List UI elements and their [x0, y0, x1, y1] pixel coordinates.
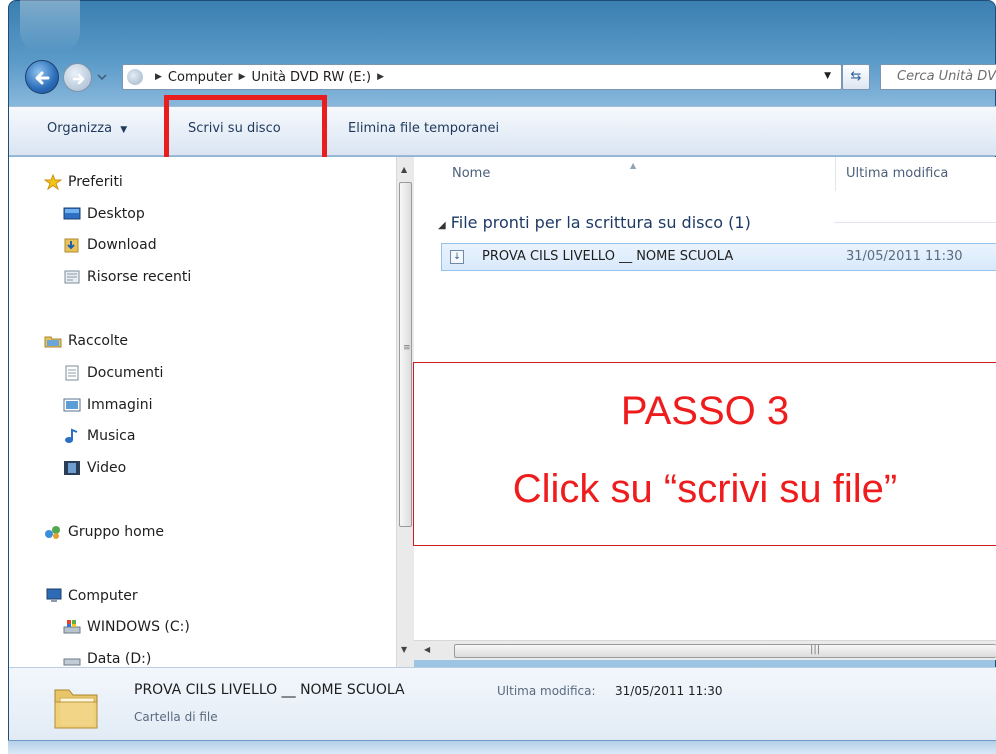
delete-temp-files-button[interactable]: Elimina file temporanei [348, 121, 499, 136]
forward-arrow-icon [72, 73, 85, 85]
pictures-icon [63, 398, 81, 412]
video-icon [64, 461, 80, 475]
documents-icon [65, 365, 79, 381]
computer-location-icon [127, 69, 143, 85]
file-modified: 31/05/2011 11:30 [846, 249, 963, 264]
sidebar-item-computer[interactable]: Computer [44, 588, 138, 604]
sidebar-label: Raccolte [68, 333, 128, 349]
sidebar-item-music[interactable]: Musica [63, 428, 135, 444]
glass-highlight [20, 0, 80, 52]
refresh-button[interactable]: ⇆ [842, 64, 870, 90]
column-header-modified[interactable]: Ultima modifica [846, 157, 948, 191]
sidebar-label: Documenti [87, 365, 164, 381]
callout-step: PASSO 3 [620, 389, 790, 433]
sidebar-item-homegroup[interactable]: Gruppo home [44, 524, 164, 540]
sidebar-label: Gruppo home [68, 524, 164, 540]
instruction-callout: PASSO 3 Click su “scrivi su file” [413, 362, 996, 546]
navigation-scrollbar[interactable]: ▲ ≡ ▼ [396, 157, 414, 667]
callout-instruction: Click su “scrivi su file” [512, 467, 898, 511]
star-icon [44, 174, 62, 190]
desktop-icon [63, 207, 81, 220]
group-header[interactable]: ◢ File pronti per la scrittura su disco (… [438, 213, 751, 232]
sidebar-label: Desktop [87, 206, 145, 222]
column-divider[interactable] [835, 157, 836, 191]
forward-button[interactable] [63, 63, 92, 92]
group-divider [834, 222, 996, 223]
sidebar-item-drive-c[interactable]: WINDOWS (C:) [63, 619, 190, 635]
collapse-triangle-icon[interactable]: ◢ [438, 220, 446, 231]
details-file-type: Cartella di file [134, 710, 218, 724]
group-title: File pronti per la scrittura su disco (1… [450, 213, 751, 232]
search-input[interactable]: Cerca Unità DVD RW (E:) [880, 64, 996, 90]
breadcrumb-chevron-icon[interactable]: ▶ [239, 72, 246, 82]
column-header-name[interactable]: Nome [452, 157, 490, 191]
recent-places-icon [64, 270, 80, 284]
scroll-down-icon[interactable]: ▼ [401, 645, 407, 654]
sidebar-item-favorites[interactable]: Preferiti [44, 174, 123, 190]
sidebar-label: WINDOWS (C:) [87, 619, 190, 635]
grip-icon: ≡ [403, 343, 411, 353]
download-folder-icon [64, 238, 79, 253]
chevron-down-icon: ▼ [120, 125, 128, 135]
file-name: PROVA CILS LIVELLO __ NOME SCUOLA [482, 249, 734, 264]
details-file-name: PROVA CILS LIVELLO __ NOME SCUOLA [134, 682, 405, 698]
scrollbar-thumb[interactable]: ≡ [399, 182, 412, 527]
computer-icon [46, 588, 62, 602]
breadcrumb-chevron-icon[interactable]: ▶ [155, 72, 162, 82]
breadcrumb-chevron-icon[interactable]: ▶ [377, 72, 384, 82]
sidebar-label: Musica [87, 428, 136, 444]
sidebar-item-libraries[interactable]: Raccolte [44, 333, 128, 349]
scroll-left-icon[interactable]: ◀ [424, 645, 430, 654]
back-button[interactable] [25, 60, 59, 94]
breadcrumb-computer[interactable]: Computer [168, 70, 233, 85]
organize-button[interactable]: Organizza ▼ [47, 121, 127, 136]
navigation-pane: Preferiti Desktop Download Risorse recen… [9, 157, 396, 667]
sidebar-item-drive-d[interactable]: Data (D:) [63, 651, 151, 667]
address-history-dropdown-icon[interactable]: ▼ [824, 71, 831, 81]
command-bar: Organizza ▼ Scrivi su disco Elimina file… [9, 106, 996, 156]
sidebar-label: Video [87, 460, 127, 476]
homegroup-icon [45, 526, 60, 539]
grip-icon: ||| [810, 644, 821, 655]
sidebar-label: Data (D:) [87, 651, 152, 667]
sidebar-item-pictures[interactable]: Immagini [63, 397, 153, 413]
details-pane: PROVA CILS LIVELLO __ NOME SCUOLA Ultima… [9, 667, 996, 740]
sidebar-label: Immagini [87, 397, 153, 413]
back-arrow-icon [35, 71, 50, 85]
scroll-up-icon[interactable]: ▲ [401, 165, 407, 174]
recent-pages-dropdown-icon[interactable] [95, 70, 109, 84]
scrollbar-thumb[interactable]: ||| [454, 644, 996, 658]
sidebar-label: Risorse recenti [87, 269, 192, 285]
pending-burn-file-icon: ↓ [450, 250, 464, 264]
details-modified-value: 31/05/2011 11:30 [615, 684, 723, 698]
sidebar-item-video[interactable]: Video [63, 460, 126, 476]
refresh-icon: ⇆ [850, 69, 862, 84]
address-bar[interactable]: ▶ Computer ▶ Unità DVD RW (E:) ▶ ▼ [122, 64, 842, 90]
horizontal-scrollbar[interactable]: ◀ ||| [414, 640, 996, 660]
sidebar-item-recent[interactable]: Risorse recenti [63, 269, 191, 285]
sidebar-label: Preferiti [68, 174, 123, 190]
details-modified-label: Ultima modifica: [497, 684, 596, 698]
breadcrumb-dvd-drive[interactable]: Unità DVD RW (E:) [251, 70, 371, 85]
sidebar-label: Download [87, 237, 157, 253]
sidebar-label: Computer [68, 588, 138, 604]
page-edge [0, 0, 8, 754]
hard-drive-icon [63, 658, 81, 666]
sidebar-item-download[interactable]: Download [63, 237, 157, 253]
folder-icon [54, 689, 98, 729]
sidebar-item-documents[interactable]: Documenti [63, 365, 163, 381]
libraries-icon [44, 336, 62, 348]
window-bottom-border [8, 740, 996, 754]
organize-label: Organizza [47, 121, 113, 136]
windows-drive-icon [63, 620, 81, 634]
table-row[interactable]: ↓ PROVA CILS LIVELLO __ NOME SCUOLA 31/0… [441, 243, 996, 271]
sort-ascending-icon: ▲ [630, 161, 637, 170]
sidebar-item-desktop[interactable]: Desktop [63, 206, 145, 222]
music-icon [65, 428, 78, 443]
